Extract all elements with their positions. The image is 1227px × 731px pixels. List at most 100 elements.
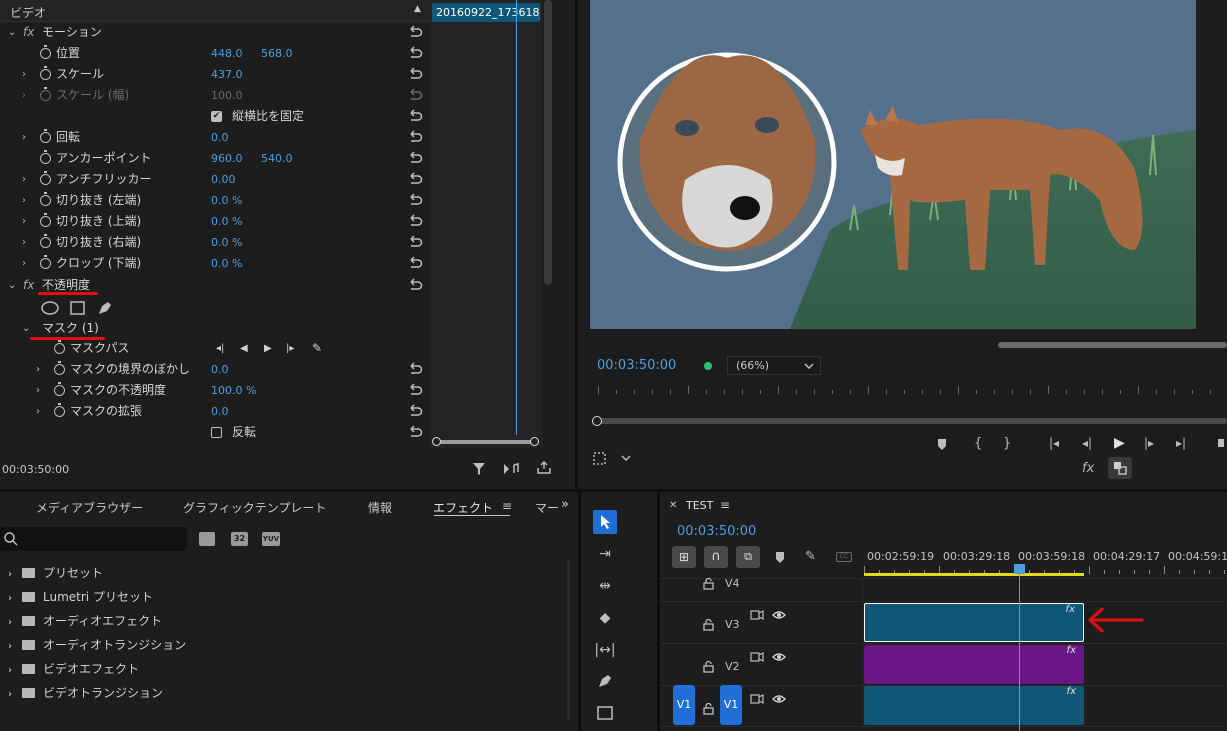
- lock-icon[interactable]: [703, 702, 714, 715]
- invert-checkbox[interactable]: [211, 427, 222, 438]
- reset-icon[interactable]: [408, 425, 423, 439]
- invert-row[interactable]: 反転: [0, 422, 430, 443]
- reset-icon[interactable]: [408, 25, 423, 39]
- track-mask-backward-icon[interactable]: ◂|: [216, 338, 224, 359]
- property-value[interactable]: 0.0: [211, 359, 229, 380]
- expand-chevron-icon[interactable]: ›: [22, 127, 26, 148]
- ec-playhead[interactable]: [516, 0, 517, 435]
- reset-icon[interactable]: [408, 46, 423, 60]
- reset-icon[interactable]: [408, 362, 423, 376]
- lock-icon[interactable]: [703, 618, 714, 631]
- effects-folder-item[interactable]: › ビデオトランジション: [8, 683, 163, 703]
- expand-chevron-icon[interactable]: ›: [22, 169, 26, 190]
- pen-mask-icon[interactable]: [97, 300, 113, 316]
- track-mask-forward-frame-icon[interactable]: ▶: [264, 338, 272, 359]
- track-mask-forward-icon[interactable]: |▸: [286, 338, 294, 359]
- expand-chevron-icon[interactable]: ›: [8, 689, 12, 700]
- ec-zoom-handle-right[interactable]: [530, 437, 539, 446]
- effect-property-row[interactable]: › 切り抜き (左端) 0.0 %: [0, 190, 430, 211]
- mark-out-icon[interactable]: }: [1003, 436, 1011, 451]
- work-area-bar[interactable]: [864, 573, 1084, 576]
- property-value-2[interactable]: 540.0: [261, 148, 293, 169]
- mask-property-row[interactable]: › マスクの境界のぼかし 0.0: [0, 359, 430, 380]
- wrench-icon[interactable]: ✎: [805, 549, 816, 564]
- reset-icon[interactable]: [408, 404, 423, 418]
- slip-tool[interactable]: |↔|: [594, 639, 616, 661]
- property-value[interactable]: 960.0: [211, 148, 243, 169]
- stopwatch-icon[interactable]: [40, 234, 51, 248]
- effects-folder-item[interactable]: › Lumetri プリセット: [8, 587, 153, 607]
- effect-property-row[interactable]: › アンチフリッカー 0.00: [0, 169, 430, 190]
- property-value-2[interactable]: 568.0: [261, 43, 293, 64]
- expand-chevron-icon[interactable]: ›: [8, 641, 12, 652]
- effect-property-row[interactable]: › スケール (幅) 100.0: [0, 85, 430, 106]
- expand-chevron-icon[interactable]: ›: [22, 253, 26, 274]
- monitor-scrollbar[interactable]: [998, 342, 1227, 348]
- play-audio-icon[interactable]: [503, 462, 521, 476]
- property-value[interactable]: 0.0 %: [211, 232, 242, 253]
- zoom-select[interactable]: (66%): [727, 356, 821, 375]
- linked-selection-icon[interactable]: ⧉: [736, 546, 760, 568]
- ec-mini-timeline[interactable]: 20160922_173618_G: [430, 0, 542, 448]
- playhead-handle[interactable]: [1014, 564, 1025, 574]
- clip-v2[interactable]: fx: [864, 645, 1084, 684]
- panel-tab[interactable]: マー: [535, 499, 559, 516]
- razor-tool[interactable]: ◆: [594, 607, 616, 629]
- effect-property-row[interactable]: › 切り抜き (右端) 0.0 %: [0, 232, 430, 253]
- property-value[interactable]: 448.0: [211, 43, 243, 64]
- panel-tab[interactable]: グラフィックテンプレート: [183, 499, 326, 516]
- more-tabs-icon[interactable]: »: [561, 497, 569, 512]
- stopwatch-icon[interactable]: [54, 340, 65, 354]
- track-label[interactable]: V3: [725, 618, 740, 631]
- rectangle-mask-icon[interactable]: [70, 301, 85, 315]
- property-value[interactable]: 0.00: [211, 169, 236, 190]
- panel-tab[interactable]: 情報: [368, 499, 392, 516]
- selection-tool[interactable]: [593, 510, 617, 534]
- eye-icon[interactable]: [772, 652, 786, 662]
- expand-chevron-icon[interactable]: ›: [22, 190, 26, 211]
- captions-icon[interactable]: CC: [836, 552, 852, 562]
- sync-lock-icon[interactable]: [750, 694, 764, 704]
- property-value[interactable]: 0.0: [211, 401, 229, 422]
- 32bit-effects-badge[interactable]: 32: [231, 532, 248, 546]
- property-value[interactable]: 100.0 %: [211, 380, 256, 401]
- mask-row[interactable]: ⌄ マスク (1): [0, 318, 430, 339]
- timeline-timecode[interactable]: 00:03:50:00: [677, 524, 756, 539]
- panel-tab[interactable]: メディアブラウザー: [36, 499, 143, 516]
- eye-icon[interactable]: [772, 610, 786, 620]
- panel-tab[interactable]: エフェクト: [433, 499, 493, 516]
- row-uniform-scale[interactable]: ✔ 縦横比を固定: [0, 106, 430, 127]
- expand-chevron-icon[interactable]: ›: [36, 359, 40, 380]
- stopwatch-icon[interactable]: [40, 129, 51, 143]
- expand-chevron-icon[interactable]: ›: [8, 593, 12, 604]
- eye-icon[interactable]: [772, 694, 786, 704]
- marker-icon[interactable]: [936, 438, 948, 452]
- export-icon[interactable]: [536, 461, 552, 475]
- sync-lock-icon[interactable]: [750, 610, 764, 620]
- panel-menu-icon[interactable]: ≡: [502, 499, 512, 513]
- fx-icon[interactable]: fx: [1082, 461, 1094, 476]
- mask-property-row[interactable]: › マスクの拡張 0.0: [0, 401, 430, 422]
- stopwatch-icon[interactable]: [40, 171, 51, 185]
- uniform-scale-checkbox[interactable]: ✔: [211, 111, 222, 122]
- expand-chevron-icon[interactable]: ›: [8, 665, 12, 676]
- rectangle-tool-icon[interactable]: [597, 706, 613, 720]
- reset-icon[interactable]: [408, 109, 423, 123]
- filter-icon[interactable]: [472, 462, 486, 476]
- ec-clip-bar[interactable]: 20160922_173618_G: [432, 3, 540, 22]
- expand-chevron-icon[interactable]: ›: [36, 380, 40, 401]
- property-value[interactable]: 0.0 %: [211, 253, 242, 274]
- motion-row[interactable]: ⌄ fx モーション: [0, 22, 430, 43]
- go-to-out-icon[interactable]: ▸|: [1176, 436, 1186, 450]
- reset-icon[interactable]: [408, 151, 423, 165]
- track-label[interactable]: V4: [725, 577, 740, 590]
- extract-icon[interactable]: [1218, 439, 1224, 447]
- ec-scrollbar[interactable]: [544, 0, 552, 285]
- source-patch-v1[interactable]: V1: [673, 685, 695, 725]
- monitor-time-ruler[interactable]: [590, 386, 1227, 398]
- track-select-tool[interactable]: ⇥: [594, 543, 616, 565]
- expand-chevron-icon[interactable]: ›: [22, 232, 26, 253]
- effect-property-row[interactable]: › 切り抜き (上端) 0.0 %: [0, 211, 430, 232]
- accelerated-effects-icon[interactable]: [199, 532, 215, 546]
- stopwatch-icon[interactable]: [40, 150, 51, 164]
